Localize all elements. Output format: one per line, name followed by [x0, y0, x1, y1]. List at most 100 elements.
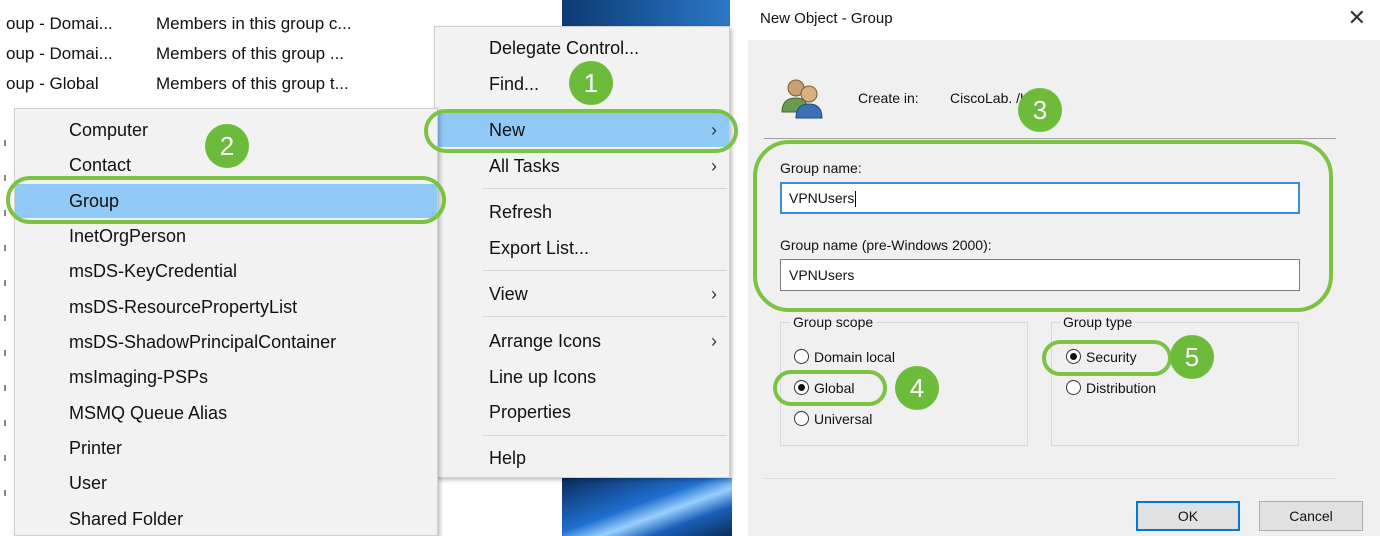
menu-item-label: InetOrgPerson [69, 226, 187, 246]
submenu-item-msds-resourcepropertylist[interactable]: msDS-ResourcePropertyList [15, 290, 437, 324]
text-caret [855, 191, 857, 208]
menu-item-label: All Tasks [489, 156, 560, 176]
submenu-item-group[interactable]: Group [15, 184, 437, 218]
radio-label: Domain local [814, 349, 895, 365]
radio-label: Global [814, 380, 855, 396]
menu-item-label: Shared Folder [69, 509, 184, 529]
radio-global[interactable]: Global [794, 378, 854, 398]
menu-separator [483, 316, 727, 317]
step-badge-2: 2 [205, 124, 249, 168]
radio-distribution[interactable]: Distribution [1066, 378, 1156, 398]
menu-separator [483, 270, 727, 271]
step-badge-1: 1 [569, 61, 613, 105]
menu-item-label: Properties [489, 402, 572, 422]
menu-item-arrange-icons[interactable]: Arrange Icons › [435, 324, 729, 358]
submenu-item-msds-shadowprincipalcontainer[interactable]: msDS-ShadowPrincipalContainer [15, 325, 437, 359]
submenu-item-printer[interactable]: Printer [15, 431, 437, 465]
ok-button[interactable]: OK [1136, 501, 1240, 531]
menu-item-label: Export List... [489, 238, 590, 258]
radio-selected-icon [794, 380, 809, 395]
row-marker [4, 350, 6, 356]
row-marker [4, 315, 6, 321]
row-marker [4, 490, 6, 496]
group-name-input[interactable]: VPNUsers [780, 182, 1300, 214]
chevron-right-icon: › [711, 284, 717, 304]
menu-item-refresh[interactable]: Refresh [435, 195, 729, 229]
submenu-item-shared-folder[interactable]: Shared Folder [15, 502, 437, 536]
divider [764, 138, 1336, 139]
menu-separator [483, 435, 727, 436]
pre-windows-2000-name-input[interactable]: VPNUsers [780, 259, 1300, 291]
menu-item-properties[interactable]: Properties [435, 395, 729, 429]
radio-security[interactable]: Security [1066, 347, 1137, 367]
menu-item-help[interactable]: Help [435, 441, 729, 475]
radio-label: Security [1086, 349, 1137, 365]
dialog-titlebar: New Object - Group ✕ [748, 0, 1380, 40]
menu-item-label: User [69, 473, 108, 493]
menu-item-label: View [489, 284, 528, 304]
menu-item-label: Computer [69, 120, 149, 140]
cancel-button[interactable]: Cancel [1259, 501, 1363, 531]
menu-item-label: msDS-ShadowPrincipalContainer [69, 332, 337, 352]
row-marker [4, 385, 6, 391]
menu-item-label: Line up Icons [489, 367, 597, 387]
menu-separator [483, 188, 727, 189]
list-item-description: Members of this group t... [156, 74, 349, 93]
menu-item-delegate-control[interactable]: Delegate Control... [435, 31, 729, 65]
row-marker [4, 420, 6, 426]
group-name-label: Group name: [780, 160, 862, 176]
submenu-item-user[interactable]: User [15, 466, 437, 500]
close-icon[interactable]: ✕ [1348, 5, 1366, 31]
step-badge-5: 5 [1170, 335, 1214, 379]
pre-windows-2000-name-value: VPNUsers [789, 267, 855, 283]
menu-item-label: Refresh [489, 202, 553, 222]
row-marker [4, 455, 6, 461]
submenu-item-msds-keycredential[interactable]: msDS-KeyCredential [15, 254, 437, 288]
chevron-right-icon: › [711, 120, 717, 140]
menu-item-label: Help [489, 448, 527, 468]
list-item-name: oup - Domai... [6, 14, 113, 33]
menu-item-label: Find... [489, 74, 540, 94]
menu-item-export-list[interactable]: Export List... [435, 231, 729, 265]
group-scope-legend: Group scope [790, 314, 877, 330]
radio-button-icon [1066, 380, 1081, 395]
submenu-item-msmq-queue-alias[interactable]: MSMQ Queue Alias [15, 396, 437, 430]
menu-item-all-tasks[interactable]: All Tasks › [435, 149, 729, 183]
create-in-label: Create in: [858, 90, 919, 106]
row-marker [4, 280, 6, 286]
new-object-submenu: Computer Contact Group InetOrgPerson msD… [14, 108, 438, 536]
menu-item-label: New [489, 120, 526, 140]
menu-item-label: Delegate Control... [489, 38, 640, 58]
radio-label: Universal [814, 411, 873, 427]
row-marker [4, 245, 6, 251]
menu-item-line-up-icons[interactable]: Line up Icons [435, 360, 729, 394]
dialog-title: New Object - Group [760, 10, 893, 27]
new-object-group-dialog: New Object - Group ✕ Create in: CiscoLab… [748, 0, 1380, 536]
submenu-item-inetorgperson[interactable]: InetOrgPerson [15, 219, 437, 253]
list-item-description: Members in this group c... [156, 14, 352, 33]
menu-item-label: msDS-ResourcePropertyList [69, 297, 298, 317]
list-item-description: Members of this group ... [156, 44, 345, 63]
menu-item-label: MSMQ Queue Alias [69, 403, 228, 423]
list-item-name: oup - Domai... [6, 44, 113, 63]
chevron-right-icon: › [711, 331, 717, 351]
submenu-item-msimaging-psps[interactable]: msImaging-PSPs [15, 360, 437, 394]
group-users-icon [781, 79, 823, 119]
divider [764, 478, 1336, 479]
menu-item-label: msImaging-PSPs [69, 367, 209, 387]
menu-item-new[interactable]: New › [435, 113, 729, 147]
desktop-background-image [562, 0, 730, 28]
menu-item-view[interactable]: View › [435, 277, 729, 311]
radio-label: Distribution [1086, 380, 1157, 396]
group-name-value: VPNUsers [789, 190, 855, 206]
radio-domain-local[interactable]: Domain local [794, 347, 895, 367]
step-badge-4: 4 [895, 366, 939, 410]
chevron-right-icon: › [711, 156, 717, 176]
menu-item-label: Printer [69, 438, 123, 458]
pre-windows-2000-name-label: Group name (pre-Windows 2000): [780, 237, 992, 253]
radio-selected-icon [1066, 349, 1081, 364]
menu-item-label: Arrange Icons [489, 331, 602, 351]
step-badge-3: 3 [1018, 88, 1062, 132]
radio-universal[interactable]: Universal [794, 409, 872, 429]
group-type-legend: Group type [1060, 314, 1136, 330]
